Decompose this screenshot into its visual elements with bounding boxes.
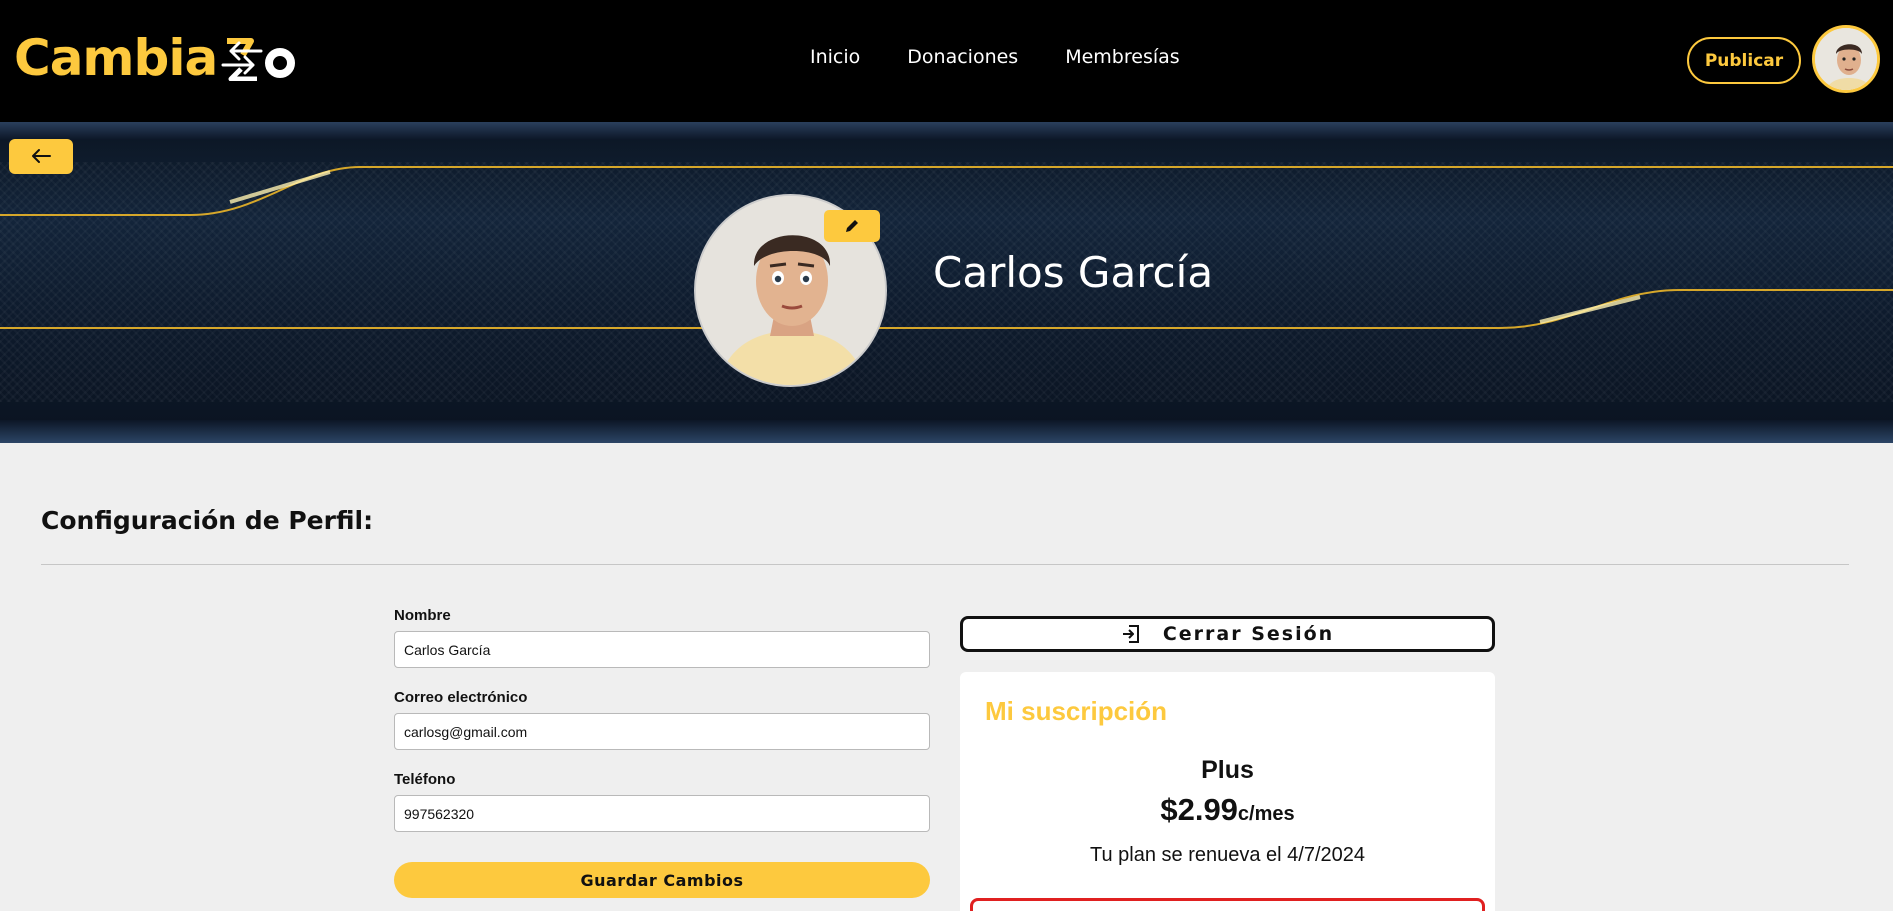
phone-label: Teléfono xyxy=(394,771,456,788)
save-changes-button[interactable]: Guardar Cambios xyxy=(394,862,930,898)
email-label: Correo electrónico xyxy=(394,689,528,706)
plan-name: Plus xyxy=(1201,756,1254,784)
back-button[interactable] xyxy=(9,139,73,174)
logo-o-shape xyxy=(265,48,296,78)
subscription-card: Mi suscripción Plus $2.99c/mes Tu plan s… xyxy=(960,672,1495,911)
plan-price-amount: $2.99 xyxy=(1160,792,1238,827)
name-label: Nombre xyxy=(394,607,451,624)
cancel-subscription-button[interactable]: Anular Suscripción xyxy=(970,898,1485,911)
user-avatar[interactable] xyxy=(1812,25,1880,93)
email-input[interactable] xyxy=(394,713,930,750)
nav-link-donaciones[interactable]: Donaciones xyxy=(907,46,1018,68)
main-nav: Inicio Donaciones Membresías xyxy=(810,46,1180,68)
section-divider xyxy=(41,564,1849,565)
publish-button[interactable]: Publicar xyxy=(1687,37,1801,84)
swap-arrows-icon xyxy=(221,38,263,81)
section-title: Configuración de Perfil: xyxy=(41,506,374,535)
logout-button[interactable]: Cerrar Sesión xyxy=(960,616,1495,652)
renewal-text: Tu plan se renueva el 4/7/2024 xyxy=(1089,844,1365,866)
nav-link-inicio[interactable]: Inicio xyxy=(810,46,860,68)
edit-avatar-button[interactable] xyxy=(824,210,880,242)
top-navbar: Cambia Inicio Donaciones Membresías Publ… xyxy=(0,0,1893,122)
avatar-photo xyxy=(1815,28,1877,90)
phone-input[interactable] xyxy=(394,795,930,832)
profile-name: Carlos García xyxy=(933,248,1214,297)
plan-price: $2.99c/mes xyxy=(960,792,1495,828)
name-input[interactable] xyxy=(394,631,930,668)
nav-link-membresias[interactable]: Membresías xyxy=(1065,46,1179,68)
pencil-icon xyxy=(846,220,858,232)
logo-text: Cambia xyxy=(14,29,218,87)
cambiazo-logo[interactable]: Cambia xyxy=(14,29,296,87)
logout-icon xyxy=(1122,625,1139,643)
arrow-left-icon xyxy=(32,149,51,163)
banner-stripe-bottom xyxy=(0,420,1893,443)
logout-label: Cerrar Sesión xyxy=(1162,623,1335,645)
subscription-title: Mi suscripción xyxy=(985,696,1168,726)
plan-price-period: c/mes xyxy=(1237,803,1295,825)
